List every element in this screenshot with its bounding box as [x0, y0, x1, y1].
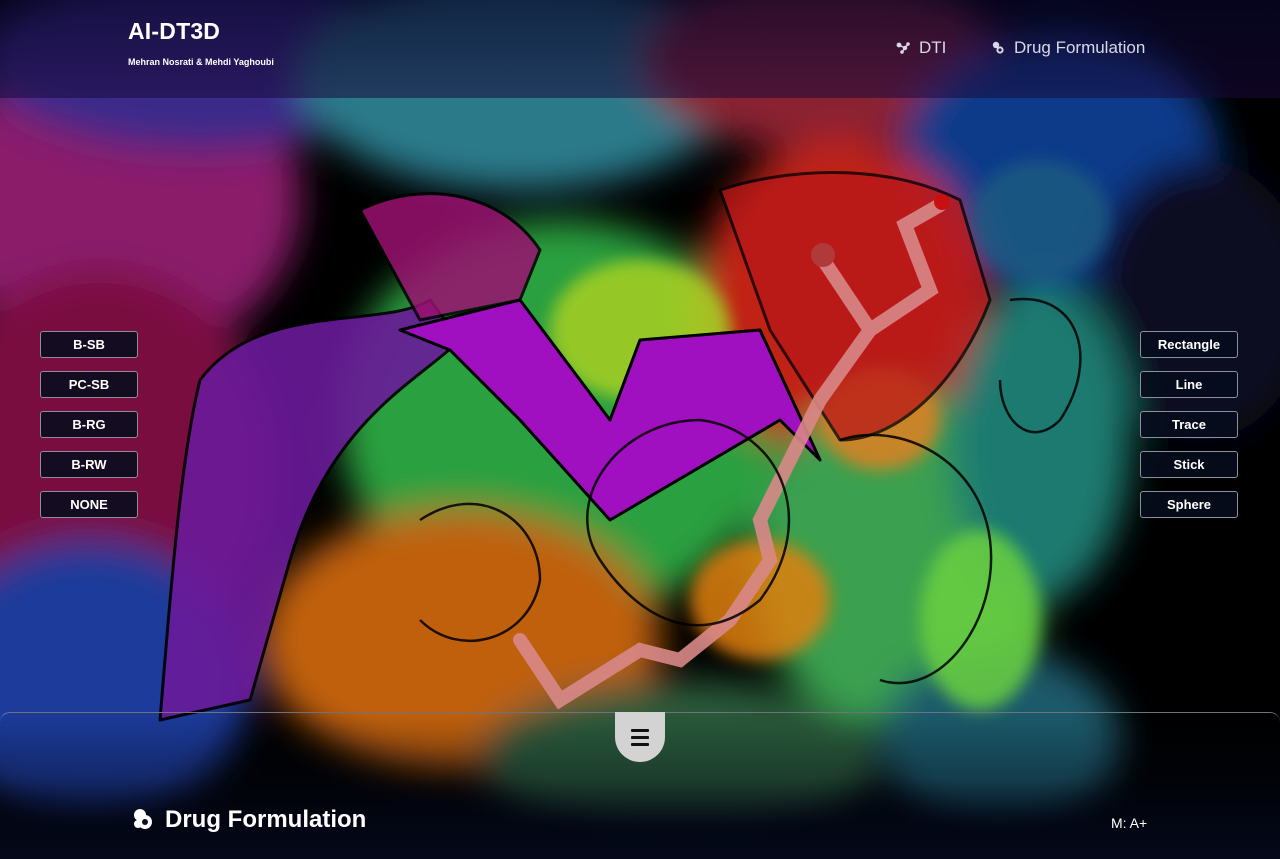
pills-icon	[992, 41, 1004, 54]
representation-button-rectangle[interactable]: Rectangle	[1140, 331, 1238, 358]
mode-readout: M: A+	[1111, 815, 1148, 831]
representation-button-line[interactable]: Line	[1140, 371, 1238, 398]
app-title: AI-DT3D	[128, 18, 221, 44]
color-scheme-button-b-rw[interactable]: B-RW	[40, 451, 138, 478]
representation-button-trace[interactable]: Trace	[1140, 411, 1238, 438]
pills-icon	[134, 809, 152, 829]
color-scheme-button-b-rg[interactable]: B-RG	[40, 411, 138, 438]
menu-toggle-button[interactable]	[615, 712, 665, 762]
nav-link-dti-label: DTI	[919, 38, 947, 57]
nav-link-drug-formulation[interactable]: Drug Formulation	[990, 36, 1145, 60]
panel-title: Drug Formulation	[165, 806, 367, 833]
nav-link-drug-formulation-label: Drug Formulation	[1014, 38, 1146, 57]
representation-button-stick[interactable]: Stick	[1140, 451, 1238, 478]
nav-link-dti[interactable]: DTI	[895, 36, 946, 60]
panel-heading: Drug Formulation	[130, 806, 366, 834]
hamburger-menu-icon	[631, 727, 649, 748]
representation-button-sphere[interactable]: Sphere	[1140, 491, 1238, 518]
color-scheme-button-pc-sb[interactable]: PC-SB	[40, 371, 138, 398]
app-header: AI-DT3D Mehran Nosrati & Mehdi Yaghoubi …	[0, 0, 1280, 98]
app-authors: Mehran Nosrati & Mehdi Yaghoubi	[128, 57, 274, 67]
molecule-icon	[896, 42, 910, 54]
color-scheme-button-none[interactable]: NONE	[40, 491, 138, 518]
color-scheme-button-b-sb[interactable]: B-SB	[40, 331, 138, 358]
